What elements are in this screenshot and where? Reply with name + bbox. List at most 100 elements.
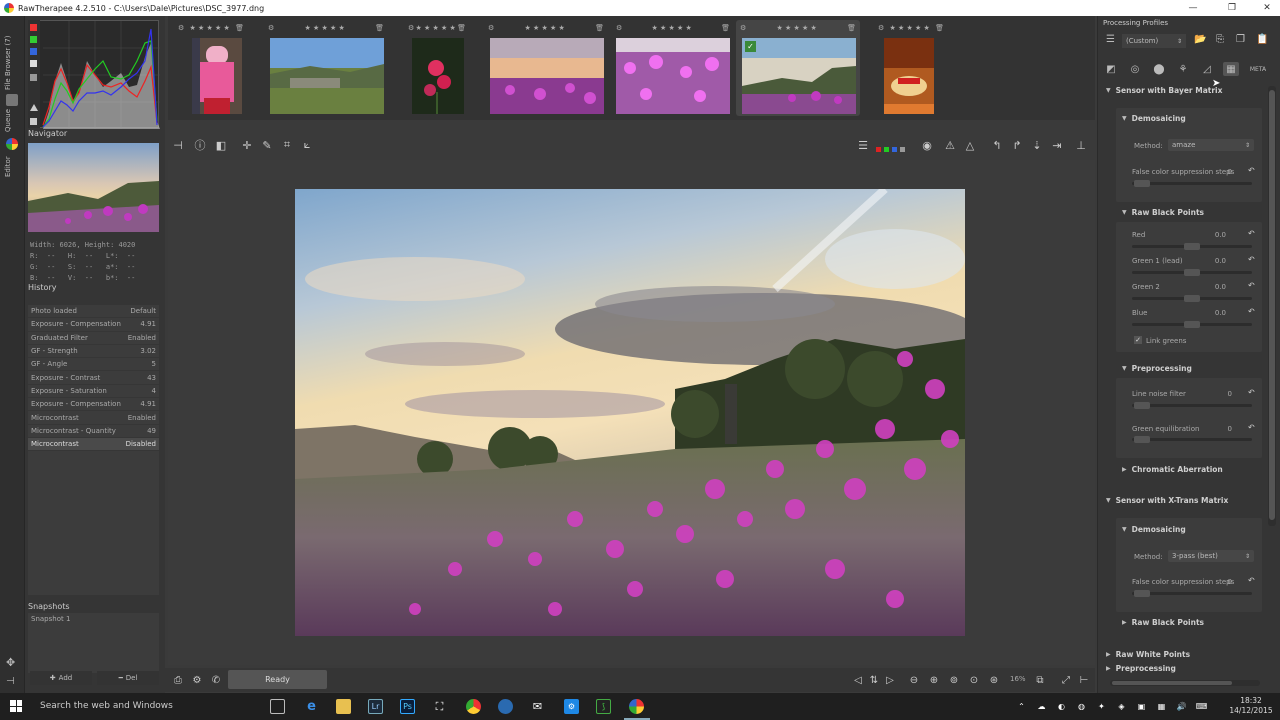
green2-value[interactable]: 0.0 bbox=[1206, 283, 1226, 291]
thumbnail[interactable]: ⚙ ★ ★ ★ ★ ★ 🗑 bbox=[264, 20, 388, 116]
flip-vertical-icon[interactable]: ⇣ bbox=[1030, 138, 1044, 152]
network-icon[interactable]: ▦ bbox=[1154, 699, 1169, 714]
mail-icon[interactable]: ✉ bbox=[530, 699, 545, 714]
copy-profile-icon[interactable]: ❐ bbox=[1236, 34, 1245, 45]
rotate-left-icon[interactable]: ↰ bbox=[990, 138, 1004, 152]
red-slider[interactable] bbox=[1132, 243, 1252, 250]
steam-icon[interactable]: ◍ bbox=[1074, 699, 1089, 714]
luminance-channel-icon[interactable] bbox=[30, 60, 37, 67]
xtrans-fcs-value[interactable]: 0 bbox=[1212, 578, 1232, 586]
media-player-icon[interactable] bbox=[498, 699, 513, 714]
task-view-icon[interactable] bbox=[270, 699, 285, 714]
bayer-black-points-header[interactable]: ▼ Raw Black Points bbox=[1122, 208, 1204, 217]
bayer-fcs-slider[interactable] bbox=[1132, 180, 1252, 187]
close-icon[interactable]: ✕ bbox=[1254, 0, 1280, 16]
chrome-icon[interactable] bbox=[466, 699, 481, 714]
snapshot-item[interactable]: Snapshot 1 bbox=[28, 613, 159, 625]
tab-editor[interactable]: Editor bbox=[4, 152, 20, 182]
minimize-icon[interactable]: — bbox=[1180, 0, 1206, 16]
windows-start-icon[interactable] bbox=[10, 700, 22, 712]
tab-file-browser[interactable]: File Browser (7) bbox=[4, 28, 20, 98]
tab-metadata[interactable]: META bbox=[1247, 62, 1269, 76]
blue-value[interactable]: 0.0 bbox=[1206, 309, 1226, 317]
zoom-100-icon[interactable]: ⊙ bbox=[967, 673, 981, 687]
bayer-preprocessing-header[interactable]: ▼ Preprocessing bbox=[1122, 364, 1192, 373]
preview-mode-icon[interactable]: ☰ bbox=[856, 138, 870, 152]
green-channel-preview-icon[interactable] bbox=[884, 147, 889, 152]
history-row[interactable]: Photo loaded Default bbox=[28, 305, 159, 319]
history-row[interactable]: Exposure - Saturation 4 bbox=[28, 385, 159, 399]
thumbnail-selected[interactable]: ⚙ ★ ★ ★ ★ ★ 🗑 ✓ bbox=[736, 20, 860, 116]
preprocessing-header[interactable]: ▶ Preprocessing bbox=[1106, 664, 1176, 673]
reset-icon[interactable]: ↶ bbox=[1248, 576, 1255, 585]
hide-top-panel-icon[interactable]: ⊥ bbox=[1074, 138, 1088, 152]
sync-icon[interactable]: ⇅ bbox=[867, 673, 881, 687]
tab-transform[interactable]: ◿ bbox=[1199, 62, 1215, 76]
red-channel-preview-icon[interactable] bbox=[876, 147, 881, 152]
editor-external-icon[interactable]: ✆ bbox=[209, 673, 223, 687]
raw-white-points-header[interactable]: ▶ Raw White Points bbox=[1106, 650, 1190, 659]
right-panel-scrollbar[interactable] bbox=[1268, 86, 1276, 526]
move-icon[interactable]: ✥ bbox=[6, 656, 15, 669]
before-after-icon[interactable]: ◧ bbox=[214, 138, 228, 152]
history-row[interactable]: Microcontrast Enabled bbox=[28, 411, 159, 425]
profile-icon[interactable]: ⚙ bbox=[488, 24, 494, 32]
next-image-icon[interactable]: ▷ bbox=[883, 673, 897, 687]
red-value[interactable]: 0.0 bbox=[1206, 231, 1226, 239]
panel-toggle-icon[interactable]: ⊣ bbox=[6, 676, 15, 687]
bayer-method-select[interactable]: amaze ⇕ bbox=[1168, 139, 1254, 151]
flip-horizontal-icon[interactable]: ⇥ bbox=[1050, 138, 1064, 152]
trash-icon[interactable]: 🗑 bbox=[847, 24, 856, 32]
history-row[interactable]: Exposure - Compensation 4.91 bbox=[28, 318, 159, 332]
profile-icon[interactable]: ⚙ bbox=[740, 24, 746, 32]
tray-app-icon[interactable]: ◈ bbox=[1114, 699, 1129, 714]
edge-browser-icon[interactable]: e bbox=[304, 699, 319, 714]
system-tray-icon[interactable]: ⌃ bbox=[1014, 699, 1029, 714]
fullscreen-icon[interactable]: ⤢ bbox=[1059, 673, 1073, 687]
rawtherapee-taskbar-icon[interactable] bbox=[629, 699, 644, 714]
focus-mask-icon[interactable]: ◉ bbox=[920, 138, 934, 152]
red-channel-icon[interactable] bbox=[30, 24, 37, 31]
keyboard-icon[interactable]: ⌨ bbox=[1194, 699, 1209, 714]
previous-image-icon[interactable]: ◁ bbox=[851, 673, 865, 687]
tab-exposure[interactable]: ◩ bbox=[1103, 62, 1119, 76]
history-row-selected[interactable]: Microcontrast Disabled bbox=[28, 437, 159, 452]
xtrans-demosaicing-header[interactable]: ▼ Demosaicing bbox=[1122, 525, 1186, 534]
green-eq-value[interactable]: 0 bbox=[1212, 425, 1232, 433]
profile-selector[interactable]: (Custom) ⇕ bbox=[1122, 34, 1186, 48]
tab-raw[interactable]: ▦ bbox=[1223, 62, 1239, 76]
lightroom-icon[interactable]: Lr bbox=[368, 699, 383, 714]
rating-stars[interactable]: ★ ★ ★ ★ ★ bbox=[416, 24, 456, 32]
zoom-in-icon[interactable]: ⊕ bbox=[927, 673, 941, 687]
trash-icon[interactable]: 🗑 bbox=[235, 24, 244, 32]
open-profile-icon[interactable]: 📂 bbox=[1194, 34, 1206, 45]
history-row[interactable]: Microcontrast - Quantity 49 bbox=[28, 425, 159, 438]
chromatic-aberration-header[interactable]: ▶ Chromatic Aberration bbox=[1122, 465, 1223, 474]
line-noise-value[interactable]: 0 bbox=[1212, 390, 1232, 398]
onedrive-icon[interactable]: ☁ bbox=[1034, 699, 1049, 714]
tab-advanced[interactable]: ⚘ bbox=[1175, 62, 1191, 76]
info-icon[interactable]: ⓘ bbox=[193, 138, 207, 152]
profile-icon[interactable]: ⚙ bbox=[178, 24, 184, 32]
tray-app-icon[interactable]: ◐ bbox=[1054, 699, 1069, 714]
trash-icon[interactable]: 🗑 bbox=[457, 24, 466, 32]
main-photo[interactable] bbox=[295, 189, 965, 636]
full-histogram-icon[interactable] bbox=[30, 118, 37, 125]
xtrans-method-select[interactable]: 3-pass (best) ⇕ bbox=[1168, 550, 1254, 562]
history-row[interactable]: GF - Angle 5 bbox=[28, 358, 159, 372]
history-row[interactable]: Graduated Filter Enabled bbox=[28, 332, 159, 345]
maximize-icon[interactable]: ❐ bbox=[1219, 0, 1245, 16]
trash-icon[interactable]: 🗑 bbox=[595, 24, 604, 32]
blue-slider[interactable] bbox=[1132, 321, 1252, 328]
history-row[interactable]: Exposure - Contrast 43 bbox=[28, 371, 159, 385]
file-explorer-icon[interactable] bbox=[336, 699, 351, 714]
thumbnail[interactable]: ⚙ ★ ★ ★ ★ ★ 🗑 bbox=[404, 20, 470, 116]
color-picker-icon[interactable]: ✎ bbox=[260, 138, 274, 152]
xtrans-black-points-header[interactable]: ▶ Raw Black Points bbox=[1122, 618, 1204, 627]
zoom-out-icon[interactable]: ⊖ bbox=[907, 673, 921, 687]
zoom-fit-crop-icon[interactable]: ⊛ bbox=[987, 673, 1001, 687]
shadow-clip-warning-icon[interactable]: ⚠ bbox=[943, 138, 957, 152]
tray-app-icon[interactable]: ▣ bbox=[1134, 699, 1149, 714]
reset-icon[interactable]: ↶ bbox=[1248, 166, 1255, 175]
paste-profile-icon[interactable]: 📋 bbox=[1256, 34, 1268, 45]
